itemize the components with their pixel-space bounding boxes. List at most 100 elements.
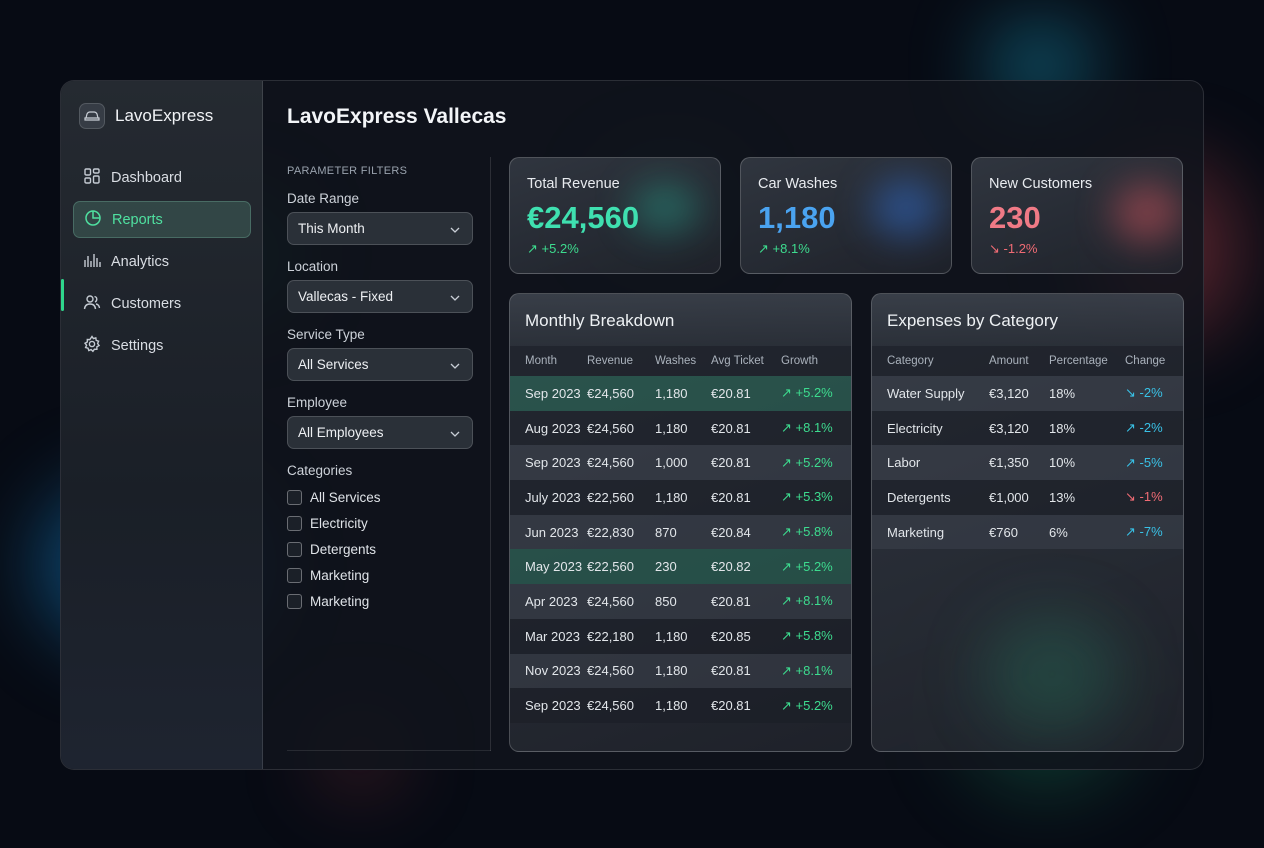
- card-glow: [871, 178, 941, 238]
- column-header[interactable]: Month: [510, 346, 587, 376]
- table-row[interactable]: Sep 2023 €24,560 1,000 €20.81 ↗ +5.2%: [510, 445, 851, 481]
- table-row[interactable]: Detergents €1,000 13% ↘ -1%: [872, 480, 1183, 515]
- employee-select[interactable]: All Employees: [287, 416, 473, 449]
- revenue-cell: €22,560: [587, 549, 655, 585]
- sidebar-item-label: Dashboard: [111, 169, 182, 186]
- category-checkbox[interactable]: Marketing: [287, 562, 491, 588]
- avg-ticket-cell: €20.81: [711, 584, 781, 619]
- change-value: -2%: [1139, 385, 1163, 401]
- arrow-up-right-icon: ↗: [1125, 454, 1140, 470]
- sidebar-item-label: Analytics: [111, 253, 170, 270]
- date-range-select[interactable]: This Month: [287, 212, 473, 245]
- change-cell: ↘ -2%: [1125, 376, 1183, 411]
- service-type-select[interactable]: All Services: [287, 348, 473, 381]
- sidebar-item-reports[interactable]: Reports: [73, 201, 251, 238]
- growth-cell: ↗ +8.1%: [781, 410, 851, 446]
- sidebar-item-settings[interactable]: Settings: [73, 327, 251, 364]
- checkbox[interactable]: [287, 567, 302, 583]
- column-header[interactable]: Percentage: [1049, 346, 1125, 376]
- growth-cell: ↗ +5.2%: [781, 688, 851, 723]
- checkbox[interactable]: [287, 515, 302, 531]
- column-header[interactable]: Category: [872, 346, 989, 376]
- checkbox[interactable]: [287, 593, 302, 609]
- kpi-card-revenue[interactable]: Total Revenue €24,560 ↗ +5.2%: [509, 157, 721, 274]
- table-row[interactable]: July 2023 €22,560 1,180 €20.81 ↗ +5.3%: [510, 480, 851, 515]
- change-value: -5%: [1139, 454, 1163, 470]
- category-cell: Marketing: [872, 514, 989, 550]
- checkbox-label: Detergents: [310, 541, 377, 557]
- category-checkbox[interactable]: Detergents: [287, 536, 491, 562]
- column-header[interactable]: Change: [1125, 346, 1183, 376]
- page-title: LavoExpress Vallecas: [287, 105, 507, 128]
- sidebar-item-dashboard[interactable]: Dashboard: [73, 159, 251, 196]
- date-range-label: Date Range: [287, 191, 360, 206]
- bar-chart-icon: [83, 251, 101, 273]
- category-cell: Detergents: [872, 480, 989, 515]
- category-checkbox[interactable]: Marketing: [287, 588, 491, 614]
- table-row[interactable]: Aug 2023 €24,560 1,180 €20.81 ↗ +8.1%: [510, 410, 851, 446]
- column-header[interactable]: Amount: [989, 346, 1049, 376]
- filters-heading: PARAMETER FILTERS: [287, 165, 408, 177]
- kpi-change: ↘ -1.2%: [989, 241, 1038, 256]
- avg-ticket-cell: €20.85: [711, 618, 781, 654]
- revenue-cell: €24,560: [587, 653, 655, 689]
- growth-cell: ↗ +5.8%: [781, 618, 851, 654]
- percentage-cell: 10%: [1049, 445, 1125, 481]
- arrow-down-right-icon: ↘: [1125, 385, 1140, 401]
- category-cell: Water Supply: [872, 376, 989, 411]
- select-value: This Month: [298, 221, 365, 236]
- sidebar-item-label: Customers: [111, 295, 182, 312]
- monthly-breakdown-panel: Monthly Breakdown Month Revenue Washes A…: [509, 293, 852, 752]
- checkbox-label: Electricity: [310, 515, 368, 531]
- checkbox[interactable]: [287, 541, 302, 557]
- column-header[interactable]: Revenue: [587, 346, 655, 376]
- sidebar-item-analytics[interactable]: Analytics: [73, 243, 251, 280]
- table-row[interactable]: Apr 2023 €24,560 850 €20.81 ↗ +8.1%: [510, 584, 851, 619]
- category-checkbox[interactable]: Electricity: [287, 510, 491, 536]
- change-cell: ↗ -7%: [1125, 514, 1183, 550]
- arrow-up-right-icon: ↗: [781, 420, 796, 436]
- kpi-card-washes[interactable]: Car Washes 1,180 ↗ +8.1%: [740, 157, 952, 274]
- avg-ticket-cell: €20.81: [711, 376, 781, 411]
- washes-cell: 1,180: [655, 480, 711, 515]
- employee-label: Employee: [287, 395, 348, 410]
- percentage-cell: 18%: [1049, 410, 1125, 446]
- month-cell: Sep 2023: [510, 445, 587, 481]
- table-row[interactable]: Labor €1,350 10% ↗ -5%: [872, 445, 1183, 481]
- panel-title: Monthly Breakdown: [525, 311, 675, 330]
- revenue-cell: €24,560: [587, 410, 655, 446]
- categories-list: All Services Electricity Detergents Mark…: [287, 484, 491, 614]
- category-checkbox[interactable]: All Services: [287, 484, 491, 510]
- chevron-down-icon: [450, 221, 460, 236]
- arrow-down-right-icon: ↘: [1125, 489, 1140, 505]
- checkbox-label: Marketing: [310, 593, 370, 609]
- table-row[interactable]: Sep 2023 €24,560 1,180 €20.81 ↗ +5.2%: [510, 688, 851, 723]
- kpi-card-customers[interactable]: New Customers 230 ↘ -1.2%: [971, 157, 1183, 274]
- arrow-up-right-icon: ↗: [781, 385, 796, 401]
- main-content: LavoExpress Vallecas PARAMETER FILTERS D…: [263, 81, 1203, 769]
- washes-cell: 850: [655, 584, 711, 619]
- active-indicator: [61, 279, 64, 311]
- growth-value: +8.1%: [795, 662, 833, 678]
- table-row[interactable]: Mar 2023 €22,180 1,180 €20.85 ↗ +5.8%: [510, 618, 851, 654]
- table-row[interactable]: May 2023 €22,560 230 €20.82 ↗ +5.2%: [510, 549, 851, 585]
- month-cell: Sep 2023: [510, 376, 587, 411]
- table-row[interactable]: Electricity €3,120 18% ↗ -2%: [872, 410, 1183, 446]
- brand[interactable]: LavoExpress: [79, 103, 213, 129]
- column-header[interactable]: Avg Ticket: [711, 346, 781, 376]
- table-row[interactable]: Marketing €760 6% ↗ -7%: [872, 514, 1183, 550]
- arrow-up-right-icon: ↗: [781, 454, 796, 470]
- select-value: All Employees: [298, 425, 384, 440]
- column-header[interactable]: Growth: [781, 346, 851, 376]
- sidebar-item-customers[interactable]: Customers: [73, 285, 251, 322]
- location-select[interactable]: Vallecas - Fixed: [287, 280, 473, 313]
- table-row[interactable]: Water Supply €3,120 18% ↘ -2%: [872, 376, 1183, 411]
- arrow-up-right-icon: ↗: [1125, 524, 1140, 540]
- percentage-cell: 6%: [1049, 514, 1125, 550]
- table-row[interactable]: Sep 2023 €24,560 1,180 €20.81 ↗ +5.2%: [510, 376, 851, 411]
- arrow-up-right-icon: ↗: [781, 524, 796, 540]
- table-row[interactable]: Nov 2023 €24,560 1,180 €20.81 ↗ +8.1%: [510, 653, 851, 689]
- checkbox[interactable]: [287, 489, 302, 505]
- table-row[interactable]: Jun 2023 €22,830 870 €20.84 ↗ +5.8%: [510, 514, 851, 550]
- column-header[interactable]: Washes: [655, 346, 711, 376]
